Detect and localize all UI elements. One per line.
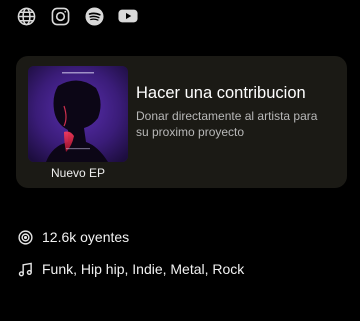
listeners-icon (18, 229, 33, 245)
genres-row: Funk, Hip hip, Indie, Metal, Rock (18, 259, 244, 279)
ep-cover-image (28, 66, 128, 162)
artist-info-panel: Nuevo EP Hacer una contribucion Donar di… (0, 0, 360, 321)
contribution-title: Hacer una contribucion (136, 84, 306, 102)
globe-icon[interactable] (16, 6, 36, 26)
music-note-icon (18, 262, 33, 277)
contribution-description: Donar directamente al artista para su pr… (136, 109, 318, 139)
listeners-row: 12.6k oyentes (18, 227, 129, 247)
contribution-card[interactable]: Nuevo EP Hacer una contribucion Donar di… (16, 56, 347, 188)
listeners-count: 12.6k oyentes (42, 229, 130, 245)
instagram-icon[interactable] (50, 6, 70, 26)
youtube-icon[interactable] (118, 6, 138, 26)
genres-list: Funk, Hip hip, Indie, Metal, Rock (42, 261, 245, 277)
social-links (16, 6, 138, 26)
cover-caption: Nuevo EP (50, 166, 106, 180)
spotify-icon[interactable] (84, 6, 104, 26)
